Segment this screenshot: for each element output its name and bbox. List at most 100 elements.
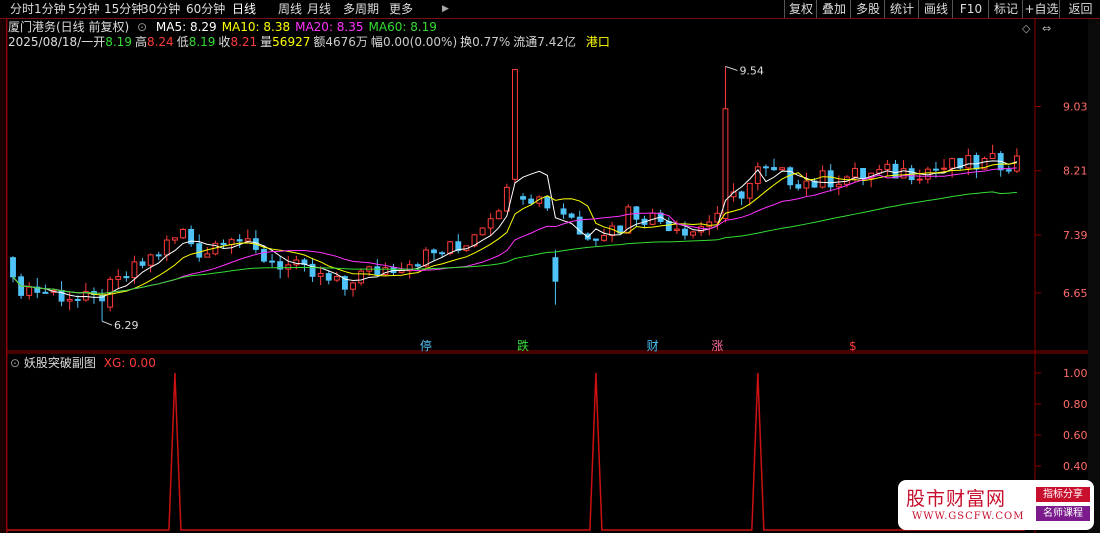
candle-body [665,220,672,231]
watermark-title: 股市财富网 [906,488,1007,510]
candle-body [123,276,130,279]
ind-tick-2: 0.60 [1063,429,1088,442]
low-pointer [101,320,113,326]
candle-body [414,264,421,267]
candle-body [819,170,826,188]
indicator-title[interactable]: 妖股突破副图 [24,356,96,370]
candle-body [973,155,980,170]
candle-body [690,231,696,236]
candle-body [139,261,146,266]
high-label: 9.54 [739,64,764,77]
ind-tick-1: 0.80 [1063,398,1088,411]
candle-body [771,167,777,171]
candle-body [180,228,186,239]
candle-body [738,191,745,199]
price-tick-2: 7.39 [1063,229,1088,242]
candle-body [261,248,267,262]
candle-body [762,166,769,169]
candle-body [933,168,939,171]
candle-body [528,198,535,204]
candle-body [10,257,16,278]
candle-body [835,183,842,188]
site-watermark: 股市财富网 WWW.GSCFW.COM 指标分享 名师课程 [898,480,1094,530]
candle-body [601,235,607,241]
candle-body [350,282,356,290]
candle-body [827,170,834,188]
price-tick-0: 9.03 [1063,100,1088,113]
candle-body [374,266,381,275]
price-tick-1: 8.21 [1063,165,1088,178]
candle-body [171,237,178,241]
candle-body [673,228,680,231]
indicator-xg-value: XG: 0.00 [103,356,156,370]
candle-body [779,167,786,171]
candle-body [682,228,688,236]
candle-body [892,163,899,179]
candle-body [285,264,292,270]
candle-body [269,260,276,263]
ma60-line [12,191,1017,295]
low-label: 6.29 [114,319,139,332]
candle-body [544,196,551,209]
candle-body [560,208,567,215]
candle-body [147,254,154,266]
price-tick-3: 6.65 [1063,287,1088,300]
candle-body [204,253,211,258]
signal-marker-4: $ [849,339,857,353]
candle-body [66,298,73,302]
candle-body [916,178,923,181]
signal-marker-0: 停 [420,338,432,353]
candle-body [706,221,713,228]
candle-body [196,243,203,258]
candle-body [325,273,332,281]
candle-body [163,239,170,256]
candle-body [74,298,81,301]
signal-marker-3: 涨 [711,338,723,353]
candle-body [795,184,802,189]
candle-body [479,227,486,236]
chart-canvas: 9.03 8.21 7.39 6.65 9.54 6.29 停 跌 财 涨 $1.00 0.80 0.6… [6,19,1088,533]
candle-body [884,163,891,171]
candle-body [26,286,33,296]
ind-tick-3: 0.40 [1063,460,1088,473]
candle-body [358,270,365,284]
candle-body [965,155,972,169]
signal-marker-1: 跌 [517,338,529,353]
candle-body [949,158,956,169]
candle-body [746,182,753,199]
watermark-tag-course: 名师课程 [1036,506,1090,521]
watermark-tag-share: 指标分享 [1036,487,1090,502]
candle-body [439,252,446,255]
candle-body [1005,169,1012,172]
indicator-spike-line [7,372,1025,531]
candle-body [592,238,599,241]
candle-body [244,238,251,242]
signal-marker-2: 财 [647,339,659,353]
candle-body [333,276,340,281]
candle-body [941,167,947,170]
candle-body [852,167,858,178]
candle-body [317,273,324,277]
candle-body [155,254,162,257]
candle-body [512,69,518,180]
ind-tick-0: 1.00 [1063,367,1088,380]
candle-body [860,167,867,179]
candle-body [431,249,437,254]
candle-body [447,241,454,254]
indicator-header: ⊙ 妖股突破副图 XG: 0.00 [10,356,156,370]
high-pointer [725,65,738,71]
candle-body [568,213,575,218]
candle-body [236,239,243,242]
candle-body [115,276,122,280]
candle-body [520,196,526,200]
ma20-line [12,167,1017,295]
candle-body [131,261,138,279]
watermark-url: WWW.GSCFW.COM [912,511,1025,522]
candle-body [42,291,49,294]
candle-body [398,270,405,274]
indicator-settings-icon[interactable]: ⊙ [10,356,20,370]
candle-body [487,218,494,229]
candle-body [495,210,502,220]
candle-body [220,242,227,246]
candle-body [552,257,559,282]
